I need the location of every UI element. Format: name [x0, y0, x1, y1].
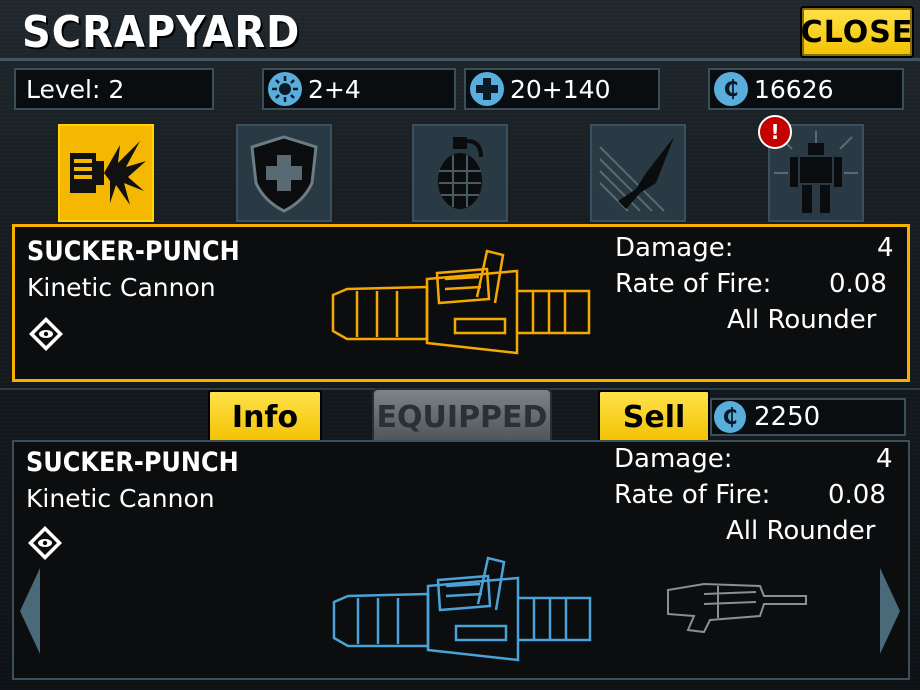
next-weapon-preview-icon[interactable]: [664, 580, 810, 634]
health-display: 20+140: [464, 68, 660, 110]
missile-icon: [599, 137, 674, 212]
health-text: 20+140: [510, 74, 611, 104]
slots-text: 2+4: [308, 74, 361, 104]
role-text: All Rounder: [727, 305, 877, 335]
inventory-item-panel: Sucker-Punch Kinetic Cannon Damage: 4 Ra…: [12, 440, 910, 680]
tab-missiles[interactable]: [590, 124, 686, 222]
damage-value: 4: [876, 444, 893, 474]
rof-value: 0.08: [828, 480, 886, 510]
level-display: Level: 2: [14, 68, 214, 110]
sell-button[interactable]: Sell: [598, 390, 710, 444]
gear-burst-icon: [268, 72, 302, 106]
damage-value: 4: [877, 233, 894, 263]
credits-icon: ₵: [714, 72, 748, 106]
weapon-name: Sucker-Punch: [26, 446, 239, 478]
weapon-blueprint-icon: [331, 249, 591, 355]
frame-divider: [0, 58, 920, 61]
sell-price-text: 2250: [754, 402, 821, 432]
role-text: All Rounder: [726, 516, 876, 546]
info-button[interactable]: Info: [208, 390, 322, 444]
prev-arrow-icon[interactable]: [20, 568, 40, 654]
scrapyard-screen: Scrapyard Close Level: 2 2+4 20+140 ₵ 16…: [0, 0, 920, 690]
credits-text: 16626: [754, 74, 834, 104]
slots-display: 2+4: [262, 68, 456, 110]
weapon-type: Kinetic Cannon: [27, 273, 216, 302]
tab-grenades[interactable]: [412, 124, 508, 222]
equipped-indicator: Equipped: [372, 388, 552, 446]
rof-label: Rate of Fire:: [614, 480, 771, 510]
level-text: Level: 2: [26, 74, 125, 104]
credits-icon: ₵: [714, 401, 746, 433]
tab-armor[interactable]: [236, 124, 332, 222]
grenade-icon: [438, 137, 483, 209]
health-cross-icon: [470, 72, 504, 106]
alert-badge: !: [758, 115, 792, 149]
credits-display: ₵ 16626: [708, 68, 904, 110]
next-arrow-icon[interactable]: [880, 568, 900, 654]
shield-cross-icon: [250, 135, 318, 213]
weapon-blueprint-icon[interactable]: [328, 550, 598, 668]
weapon-type: Kinetic Cannon: [26, 484, 215, 513]
rof-value: 0.08: [829, 269, 887, 299]
rof-label: Rate of Fire:: [615, 269, 772, 299]
damage-label: Damage:: [615, 233, 734, 263]
page-title: Scrapyard: [22, 8, 301, 58]
damage-label: Damage:: [614, 444, 733, 474]
weapon-name: Sucker-Punch: [27, 235, 240, 267]
tab-weapons[interactable]: [58, 124, 154, 222]
cannon-blast-icon: [70, 141, 146, 205]
sell-price-display: ₵ 2250: [710, 398, 906, 436]
eye-diamond-icon: [28, 526, 62, 560]
selected-weapon-panel[interactable]: Sucker-Punch Kinetic Cannon Damage: 4 Ra…: [12, 224, 910, 382]
close-button[interactable]: Close: [800, 6, 914, 58]
eye-diamond-icon: [29, 317, 63, 351]
